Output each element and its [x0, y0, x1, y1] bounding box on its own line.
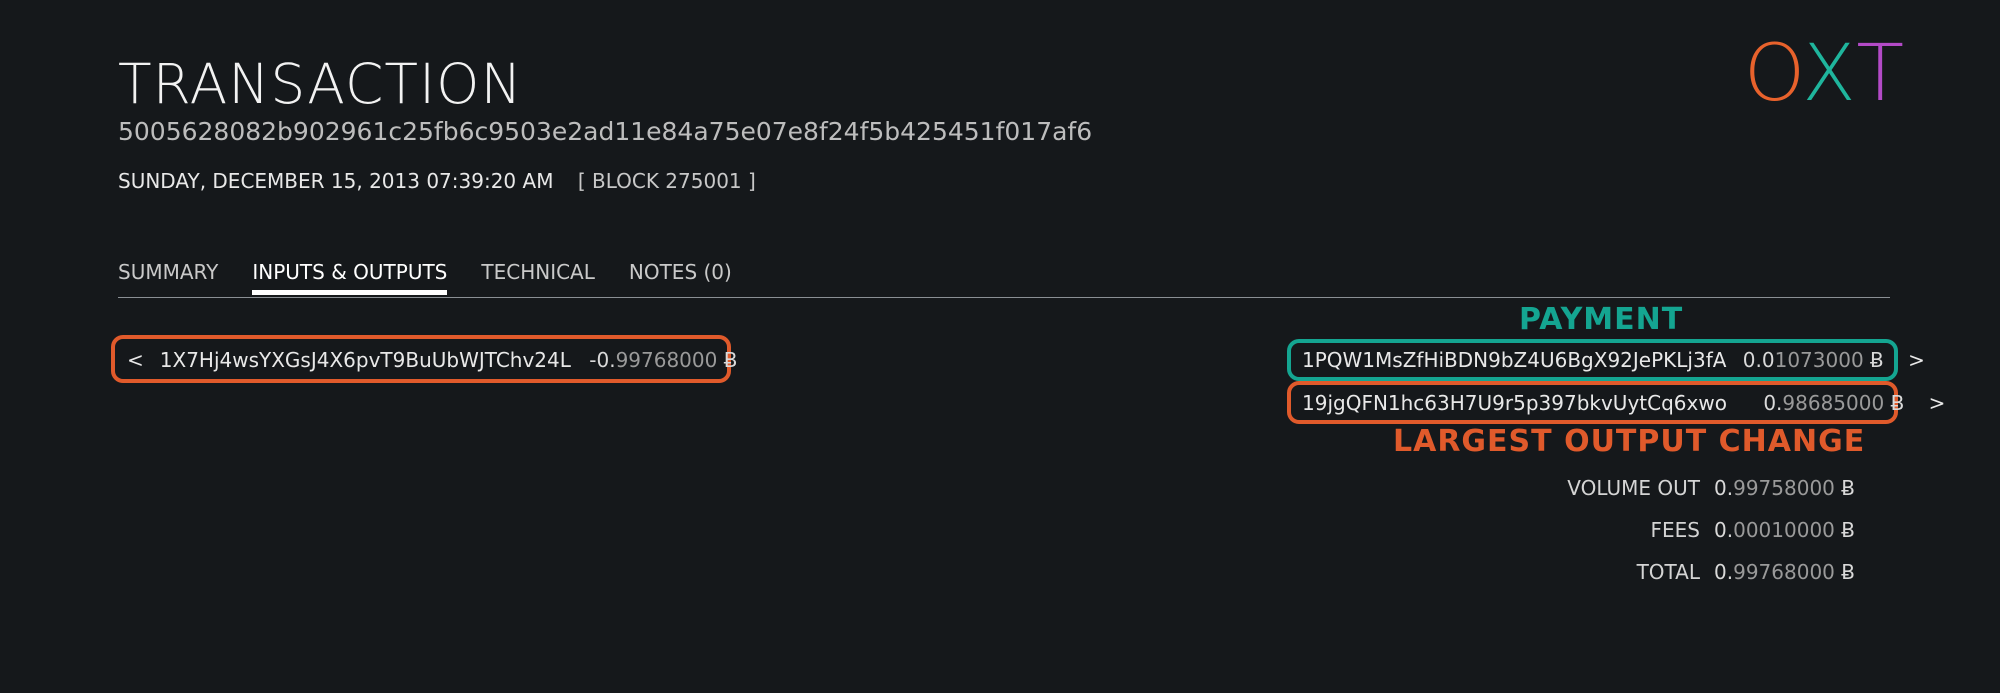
output-amount: 0.98685000 Ƀ — [1763, 391, 1905, 415]
fees-label: FEES — [1650, 518, 1701, 542]
tab-notes[interactable]: NOTES (0) — [629, 258, 732, 295]
oxt-logo[interactable]: OXT — [1744, 34, 1906, 114]
tab-inputs-outputs[interactable]: INPUTS & OUTPUTS — [252, 258, 448, 295]
input-row[interactable]: <1X7Hj4wsYXGsJ4X6pvT9BuUbWJTChv24L -0.99… — [127, 347, 737, 373]
transaction-hash: 5005628082b902961c25fb6c9503e2ad11e84a75… — [118, 117, 1093, 146]
logo-letter-o: O — [1743, 29, 1803, 119]
next-arrow-icon[interactable]: > — [1929, 391, 1946, 415]
page-title: TRANSACTION — [118, 52, 523, 116]
output-address[interactable]: 19jgQFN1hc63H7U9r5p397bkvUytCq6xwo — [1302, 391, 1727, 415]
volume-out-row: VOLUME OUT 0.99758000 Ƀ — [1567, 475, 1855, 501]
change-annotation: LARGEST OUTPUT CHANGE — [1393, 424, 1866, 459]
block-link[interactable]: [ BLOCK 275001 ] — [578, 169, 756, 193]
payment-annotation: PAYMENT — [1519, 302, 1684, 337]
total-value: 0.99768000 Ƀ — [1714, 560, 1855, 584]
transaction-meta: SUNDAY, DECEMBER 15, 2013 07:39:20 AM [ … — [118, 168, 756, 194]
input-amount: -0.99768000 Ƀ — [589, 348, 738, 372]
output-row[interactable]: 1PQW1MsZfHiBDN9bZ4U6BgX92JePKLj3fA 0.010… — [1302, 347, 1925, 373]
output-row[interactable]: 19jgQFN1hc63H7U9r5p397bkvUytCq6xwo 0.986… — [1302, 390, 1945, 416]
output-address[interactable]: 1PQW1MsZfHiBDN9bZ4U6BgX92JePKLj3fA — [1302, 348, 1726, 372]
output-amount: 0.01073000 Ƀ — [1742, 348, 1884, 372]
logo-letter-t: T — [1856, 29, 1906, 119]
next-arrow-icon[interactable]: > — [1908, 348, 1925, 372]
fees-row: FEES 0.00010000 Ƀ — [1651, 517, 1855, 543]
volume-out-label: VOLUME OUT — [1567, 476, 1701, 500]
prev-arrow-icon[interactable]: < — [127, 348, 144, 372]
tab-bar: SUMMARY INPUTS & OUTPUTS TECHNICAL NOTES… — [118, 258, 732, 295]
tab-technical[interactable]: TECHNICAL — [481, 258, 595, 295]
tab-summary[interactable]: SUMMARY — [118, 258, 218, 295]
total-label: TOTAL — [1636, 560, 1701, 584]
fees-value: 0.00010000 Ƀ — [1714, 518, 1855, 542]
input-address[interactable]: 1X7Hj4wsYXGsJ4X6pvT9BuUbWJTChv24L — [160, 348, 571, 372]
tab-divider — [118, 297, 1890, 298]
total-row: TOTAL 0.99768000 Ƀ — [1637, 559, 1855, 585]
transaction-datetime: SUNDAY, DECEMBER 15, 2013 07:39:20 AM — [118, 169, 554, 193]
volume-out-value: 0.99758000 Ƀ — [1714, 476, 1855, 500]
logo-letter-x: X — [1802, 29, 1857, 119]
